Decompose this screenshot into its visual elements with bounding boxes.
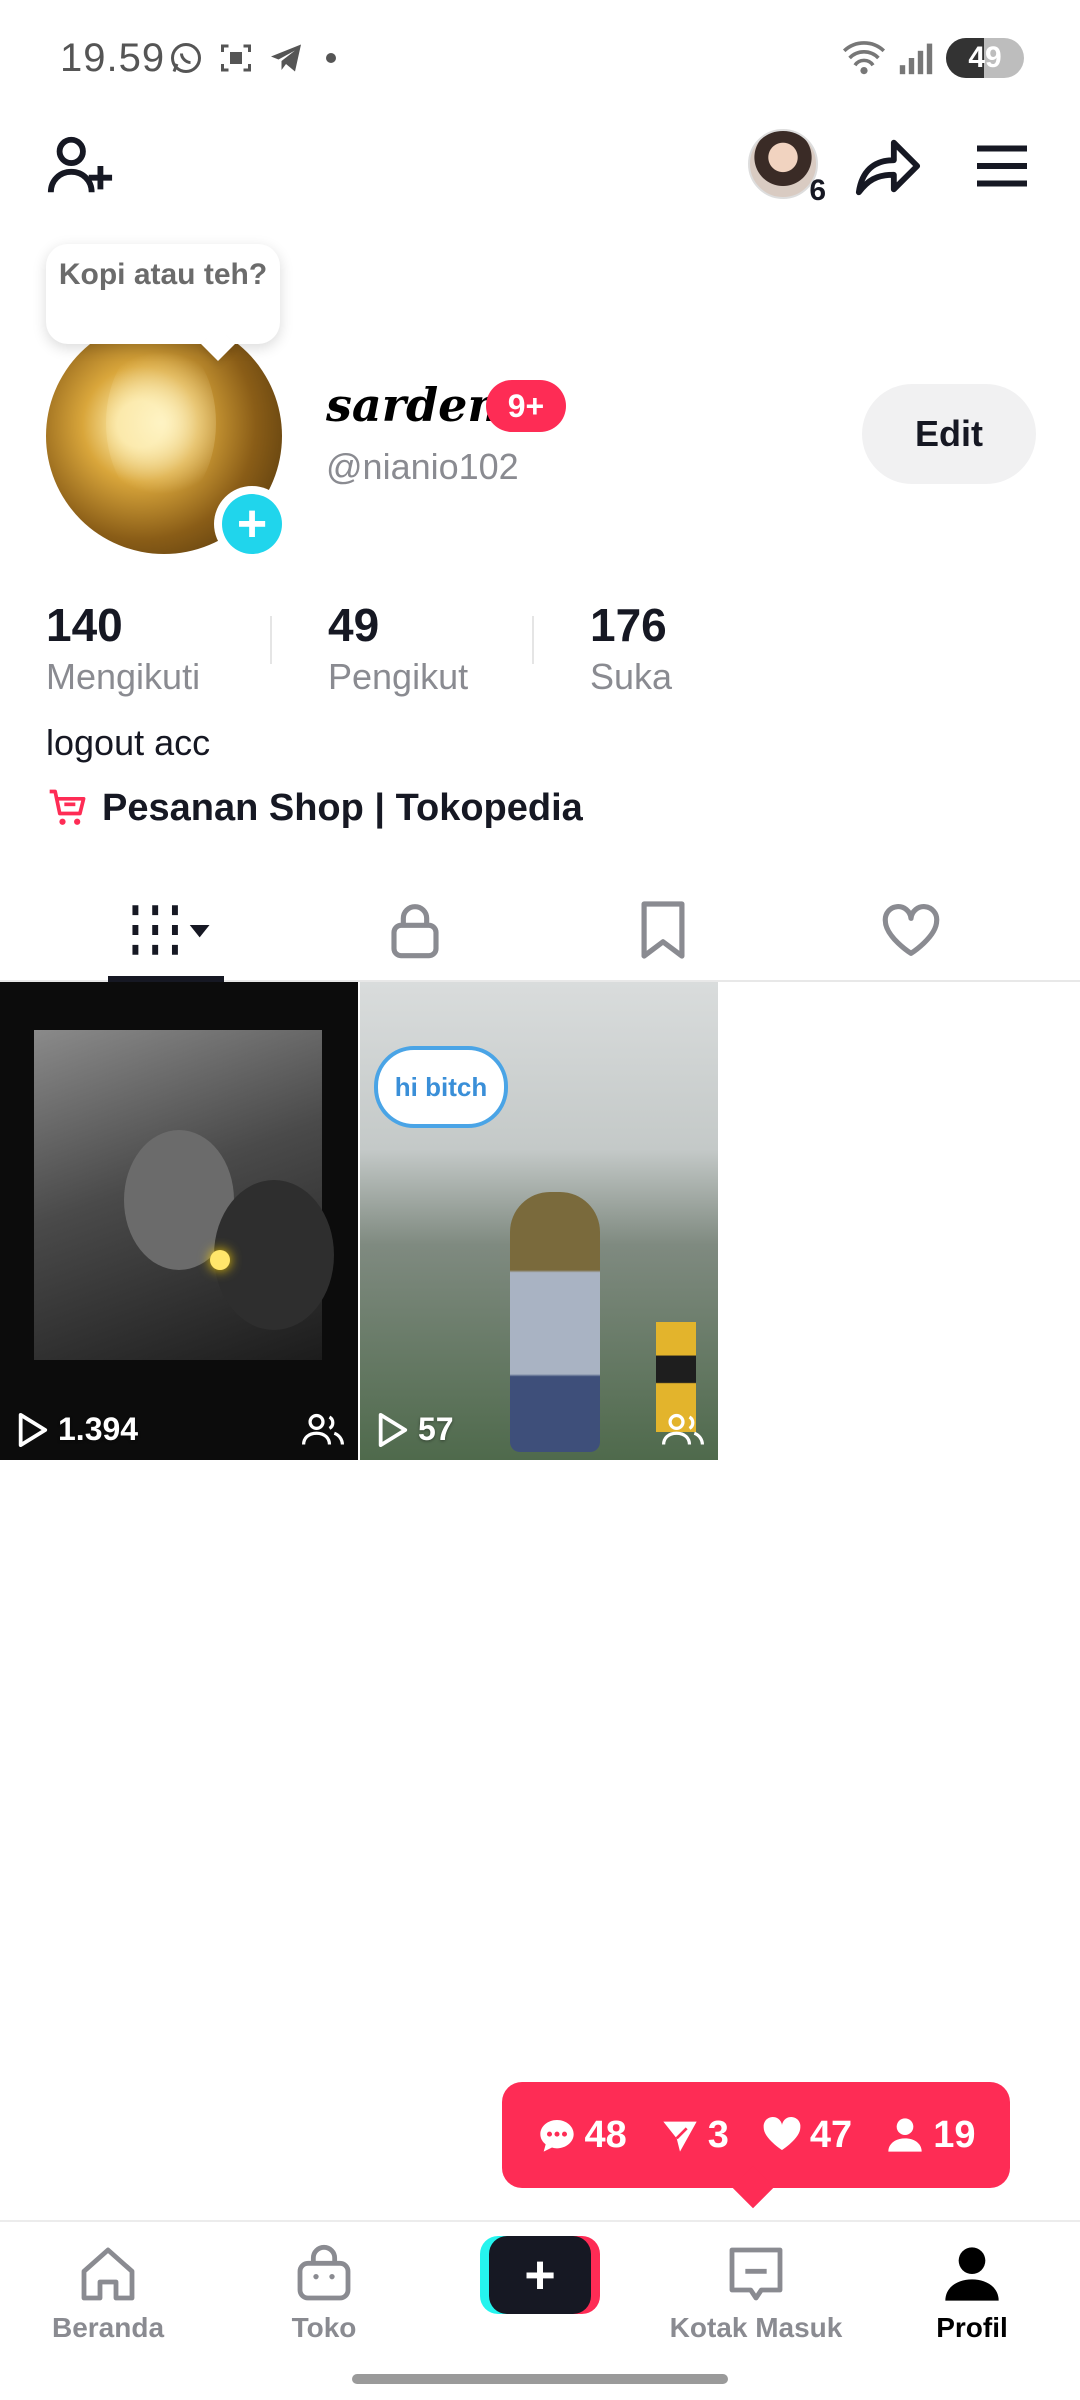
likes-stat[interactable]: 176 Suka	[590, 598, 672, 698]
comments-activity: 48	[537, 2114, 627, 2157]
home-indicator[interactable]	[352, 2374, 728, 2384]
bottom-navigation: Beranda Toko + Kotak Masuk Profil	[0, 2220, 1080, 2400]
shopping-bag-icon	[297, 2245, 351, 2301]
battery-level: 49	[968, 41, 1002, 74]
status-bar: 19.59 49	[0, 0, 1080, 120]
plus-icon: +	[489, 2236, 591, 2314]
hamburger-menu-icon	[977, 145, 1027, 187]
video-sticker: hi bitch	[374, 1046, 508, 1128]
shopping-cart-icon	[49, 789, 86, 825]
likes-activity: 47	[762, 2114, 852, 2157]
followers-label: Pengikut	[328, 656, 469, 697]
more-notifications-dot	[326, 53, 336, 63]
top-navigation: 6	[0, 120, 1080, 207]
view-count-value: 57	[418, 1411, 454, 1447]
create-video-button[interactable]: +	[480, 2236, 600, 2314]
followers-activity: 19	[885, 2114, 975, 2157]
followers-activity-count: 19	[933, 2113, 976, 2156]
following-stat[interactable]: 140 Mengikuti	[46, 598, 200, 698]
nav-shop[interactable]: Toko	[224, 2242, 424, 2344]
menu-button[interactable]	[962, 126, 1042, 206]
profile-nickname: sarden	[326, 378, 501, 432]
likes-label: Suka	[590, 656, 673, 697]
likes-activity-count: 47	[809, 2113, 853, 2156]
play-icon	[378, 1412, 408, 1447]
nav-shop-label: Toko	[291, 2312, 357, 2343]
whatsapp-icon	[171, 43, 201, 73]
wifi-icon	[842, 41, 886, 75]
add-story-button[interactable]: +	[214, 486, 290, 562]
home-icon	[81, 2247, 135, 2301]
telegram-icon	[271, 44, 301, 72]
add-person-icon	[47, 136, 113, 193]
status-notification-icons	[168, 40, 336, 76]
tab-liked[interactable]	[811, 880, 1011, 980]
play-icon	[18, 1412, 48, 1447]
person-filled-icon	[888, 2118, 922, 2152]
heart-icon	[882, 904, 940, 956]
view-count-value: 1.394	[58, 1411, 139, 1447]
shares-activity: 3	[660, 2114, 729, 2157]
nav-inbox[interactable]: Kotak Masuk	[656, 2242, 856, 2344]
status-system-icons: 49	[842, 38, 1024, 78]
likes-count: 176	[590, 599, 667, 651]
tab-videos[interactable]	[70, 880, 270, 982]
shop-orders-link[interactable]: Pesanan Shop | Tokopedia	[46, 786, 583, 830]
share-profile-button[interactable]	[846, 126, 930, 206]
nav-home[interactable]: Beranda	[8, 2242, 208, 2344]
following-count: 140	[46, 599, 123, 651]
notification-badge[interactable]: 9+	[486, 380, 566, 432]
stat-divider	[532, 616, 534, 664]
signal-icon	[899, 43, 933, 75]
activity-notification-bubble[interactable]: 48 3 47 19	[502, 2082, 1010, 2188]
profile-username: @nianio102	[326, 446, 519, 487]
profile-status-tooltip[interactable]: Kopi atau teh?	[46, 244, 280, 344]
friends-avatar-button[interactable]: 6	[738, 124, 828, 207]
add-friend-button[interactable]	[40, 126, 120, 206]
inbox-icon	[729, 2247, 783, 2301]
following-label: Mengikuti	[46, 656, 201, 697]
followers-count: 49	[328, 599, 380, 651]
shares-count: 3	[707, 2113, 729, 2156]
send-icon	[663, 2121, 697, 2152]
nav-home-label: Beranda	[51, 2312, 165, 2343]
video-thumbnail[interactable]: 1.394	[0, 982, 358, 1460]
bookmark-icon	[641, 901, 685, 959]
tab-saved[interactable]	[563, 880, 763, 980]
profile-stats: 140 Mengikuti 49 Pengikut 176 Suka	[0, 598, 1080, 708]
person-icon	[945, 2247, 999, 2301]
view-count: 57	[376, 1411, 454, 1448]
plus-icon: +	[222, 494, 282, 554]
tab-private[interactable]	[315, 880, 515, 980]
view-count: 1.394	[16, 1411, 138, 1448]
lock-icon	[391, 904, 439, 959]
grid-icon	[132, 905, 210, 955]
screenshot-icon	[221, 44, 251, 72]
comments-count: 48	[584, 2113, 627, 2156]
edit-profile-button[interactable]: Edit	[862, 384, 1036, 484]
nav-profile[interactable]: Profil	[872, 2242, 1072, 2344]
friend-count: 6	[809, 174, 826, 207]
profile-bio: logout acc	[46, 722, 211, 763]
nav-profile-label: Profil	[936, 2312, 1008, 2343]
nav-inbox-label: Kotak Masuk	[669, 2312, 843, 2343]
friends-visibility-icon	[662, 1413, 704, 1445]
shop-orders-label: Pesanan Shop | Tokopedia	[102, 786, 583, 829]
stat-divider	[270, 616, 272, 664]
profile-tabs	[0, 880, 1080, 982]
share-icon	[855, 139, 921, 196]
status-time: 19.59	[60, 36, 166, 80]
battery-indicator: 49	[946, 38, 1024, 78]
heart-filled-icon	[763, 2116, 801, 2150]
followers-stat[interactable]: 49 Pengikut	[328, 598, 468, 698]
video-thumbnail[interactable]: hi bitch 57	[360, 982, 718, 1460]
comment-icon	[539, 2120, 574, 2152]
friend-avatar	[748, 129, 818, 199]
friends-visibility-icon	[302, 1413, 344, 1445]
